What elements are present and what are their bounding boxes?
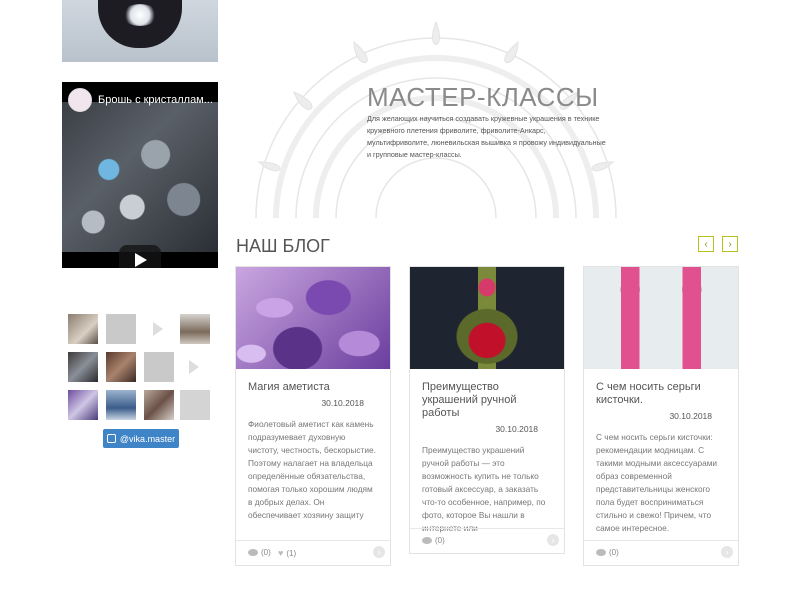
instagram-thumb[interactable] xyxy=(68,390,98,420)
post-footer: (0) ♥ (1) › xyxy=(236,540,390,565)
comments-count[interactable]: (0) xyxy=(596,548,619,557)
instagram-thumb[interactable] xyxy=(144,352,174,382)
comments-value: (0) xyxy=(609,548,619,557)
post-excerpt: Преимущество украшений ручной работы — э… xyxy=(422,445,546,533)
top-photo[interactable] xyxy=(62,0,218,62)
post-date: 30.10.2018 xyxy=(669,411,712,421)
play-icon xyxy=(189,360,199,374)
post-image-tassel-earrings[interactable] xyxy=(584,267,738,369)
video-thumbnail xyxy=(62,102,218,252)
comment-icon xyxy=(422,537,432,544)
likes-count[interactable]: ♥ (1) xyxy=(278,548,296,558)
instagram-thumb[interactable] xyxy=(144,390,174,420)
channel-avatar[interactable] xyxy=(68,88,92,112)
blog-card[interactable]: С чем носить серьги кисточки. 30.10.2018… xyxy=(583,266,739,566)
blog-title: НАШ БЛОГ xyxy=(236,236,330,256)
comments-value: (0) xyxy=(435,536,445,545)
likes-value: (1) xyxy=(286,548,297,558)
post-footer: (0) › xyxy=(584,540,738,565)
post-excerpt: С чем носить серьги кисточки: рекомендац… xyxy=(596,432,718,533)
post-date: 30.10.2018 xyxy=(321,398,364,408)
instagram-thumb[interactable] xyxy=(106,314,136,344)
chevron-right-icon: › xyxy=(728,238,732,250)
photo-highlight xyxy=(122,4,158,26)
read-more-icon[interactable]: › xyxy=(547,534,559,546)
master-classes-text: Для желающих научиться создавать кружевн… xyxy=(367,114,606,159)
post-date: 30.10.2018 xyxy=(495,424,538,434)
instagram-icon xyxy=(106,434,116,443)
heart-icon: ♥ xyxy=(278,548,284,558)
video-title[interactable]: Брошь с кристаллам... xyxy=(98,94,216,106)
post-title[interactable]: Преимущество украшений ручной работы xyxy=(410,369,564,420)
chevron-left-icon: ‹ xyxy=(704,238,708,250)
comments-count[interactable]: (0) xyxy=(422,536,445,545)
instagram-thumb[interactable] xyxy=(106,390,136,420)
post-title[interactable]: Магия аметиста xyxy=(236,369,390,394)
post-image-pendant[interactable] xyxy=(410,267,564,369)
post-footer: (0) › xyxy=(410,528,564,553)
master-classes-title: МАСТЕР-КЛАССЫ xyxy=(367,82,599,112)
blog-prev-button[interactable]: ‹ xyxy=(698,236,714,252)
read-more-icon[interactable]: › xyxy=(373,546,385,558)
instagram-thumb[interactable] xyxy=(180,314,210,344)
instagram-thumb[interactable] xyxy=(106,352,136,382)
comments-value: (0) xyxy=(261,548,271,557)
comment-icon xyxy=(596,549,606,556)
comments-count[interactable]: (0) xyxy=(248,548,271,557)
play-icon xyxy=(153,322,163,336)
video-embed[interactable]: Брошь с кристаллам... xyxy=(62,82,218,268)
instagram-thumb[interactable] xyxy=(180,390,210,420)
instagram-button-label: @vika.master xyxy=(119,433,176,444)
instagram-button[interactable]: @vika.master xyxy=(103,429,179,448)
post-excerpt: Фиолетовый аметист как камень подразумев… xyxy=(248,419,376,520)
instagram-thumb[interactable] xyxy=(144,314,174,344)
read-more-icon[interactable]: › xyxy=(721,546,733,558)
blog-card[interactable]: Преимущество украшений ручной работы 30.… xyxy=(409,266,565,554)
comment-icon xyxy=(248,549,258,556)
post-title[interactable]: С чем носить серьги кисточки. xyxy=(584,369,738,407)
play-icon xyxy=(135,253,147,267)
blog-next-button[interactable]: › xyxy=(722,236,738,252)
instagram-thumb[interactable] xyxy=(68,314,98,344)
play-button[interactable] xyxy=(119,245,161,268)
instagram-thumb[interactable] xyxy=(68,352,98,382)
blog-card[interactable]: Магия аметиста 30.10.2018 Фиолетовый аме… xyxy=(235,266,391,566)
post-image-amethyst[interactable] xyxy=(236,267,390,369)
instagram-thumb[interactable] xyxy=(180,352,210,382)
